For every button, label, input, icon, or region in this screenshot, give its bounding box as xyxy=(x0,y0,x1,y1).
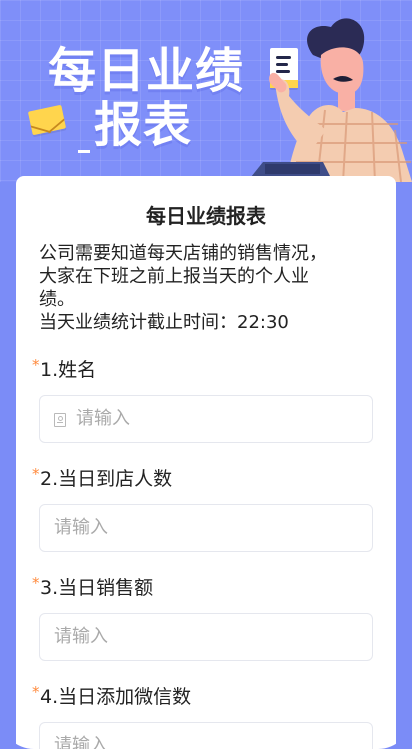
sales-amount-field: * 3.当日销售额 xyxy=(32,574,380,661)
wechat-count-input-box[interactable] xyxy=(39,722,373,749)
wechat-count-field: * 4.当日添加微信数 xyxy=(32,683,380,749)
wechat-count-label-text: 4.当日添加微信数 xyxy=(40,686,192,708)
wechat-count-input[interactable] xyxy=(54,723,372,749)
required-marker: * xyxy=(32,683,40,701)
visitor-count-input[interactable] xyxy=(54,505,372,550)
name-field: * 1.姓名 xyxy=(32,356,380,443)
form-description-line: 绩。 xyxy=(39,289,75,310)
form-description: 公司需要知道每天店铺的销售情况， 大家在下班之前上报当天的个人业 绩。 当天业绩… xyxy=(39,242,367,334)
person-illustration xyxy=(247,18,412,182)
visitor-count-field: * 2.当日到店人数 xyxy=(32,465,380,552)
visitor-count-label: * 2.当日到店人数 xyxy=(32,465,380,493)
hero-title: 每日业绩 报表 xyxy=(48,44,244,152)
form-description-line: 大家在下班之前上报当天的个人业 xyxy=(39,266,309,287)
hero-title-line-2: 报表 xyxy=(94,97,193,153)
report-form-card: 每日业绩报表 公司需要知道每天店铺的销售情况， 大家在下班之前上报当天的个人业 … xyxy=(16,176,396,749)
report-hero-banner: 每日业绩 报表 xyxy=(0,0,412,182)
daily-sales-report-page: 每日业绩 报表 每日业绩报表 公司需要知道每天店铺的销售情况， 大家在下班之前上… xyxy=(0,0,412,749)
person-face-icon xyxy=(320,47,364,95)
sales-amount-label-text: 3.当日销售额 xyxy=(40,577,154,599)
person-neck-icon xyxy=(338,88,355,111)
required-marker: * xyxy=(32,356,40,374)
wechat-count-label: * 4.当日添加微信数 xyxy=(32,683,380,711)
name-label-text: 1.姓名 xyxy=(40,359,97,381)
form-description-line: 公司需要知道每天店铺的销售情况， xyxy=(39,243,327,264)
hero-title-line-1: 每日业绩 xyxy=(48,43,245,99)
laptop-screen-icon xyxy=(265,164,320,174)
required-marker: * xyxy=(32,574,40,592)
name-input-box[interactable] xyxy=(39,395,373,443)
name-input[interactable] xyxy=(76,396,372,441)
required-marker: * xyxy=(32,465,40,483)
form-title: 每日业绩报表 xyxy=(146,204,266,228)
sales-amount-label: * 3.当日销售额 xyxy=(32,574,380,602)
name-field-label: * 1.姓名 xyxy=(32,356,380,384)
pointing-hand-icon xyxy=(269,72,287,93)
title-underline-mark xyxy=(78,150,90,153)
form-deadline-text: 当天业绩统计截止时间：22:30 xyxy=(39,312,289,333)
sales-amount-input-box[interactable] xyxy=(39,613,373,661)
visitor-count-label-text: 2.当日到店人数 xyxy=(40,468,173,490)
visitor-count-input-box[interactable] xyxy=(39,504,373,552)
user-card-icon xyxy=(54,413,66,427)
sales-amount-input[interactable] xyxy=(54,614,372,659)
